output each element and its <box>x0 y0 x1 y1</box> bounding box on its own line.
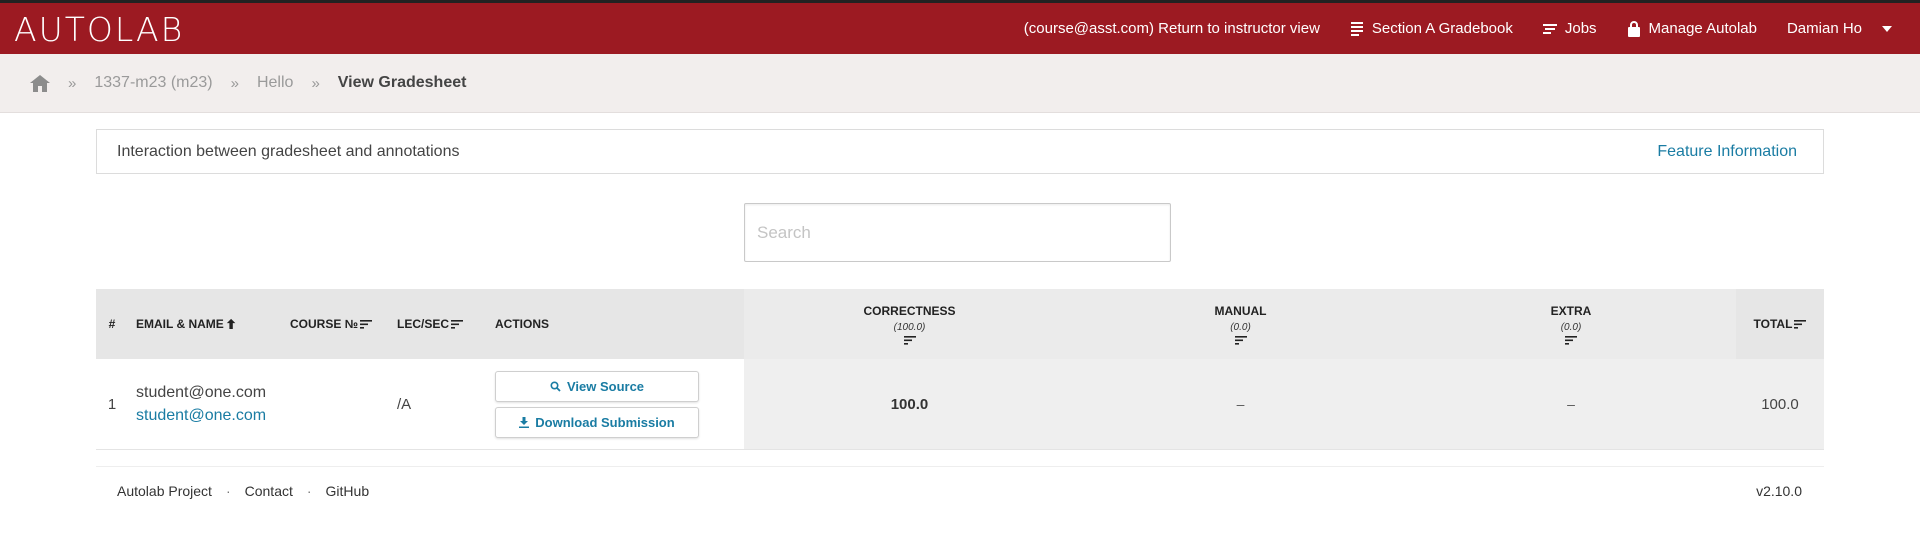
header-lec-label: LEC/SEC <box>397 317 450 331</box>
view-source-button[interactable]: View Source <box>495 370 699 402</box>
header-extra-max: (0.0) <box>1560 321 1582 333</box>
breadcrumb-assessment[interactable]: Hello <box>257 74 293 92</box>
header-correctness-max: (100.0) <box>893 321 926 333</box>
manage-autolab-label: Manage Autolab <box>1648 20 1757 37</box>
user-name: Damian Ho <box>1786 20 1862 37</box>
sort-icon <box>1565 335 1577 345</box>
jobs-icon <box>1542 23 1557 34</box>
breadcrumb: » 1337-m23 (m23) » Hello » View Gradeshe… <box>0 54 1920 113</box>
sort-icon <box>1234 335 1247 345</box>
autolab-logo[interactable]: AUTOLAB <box>14 10 184 49</box>
correctness-score-value: 100.0 <box>890 395 929 413</box>
footer-github-link[interactable]: GitHub <box>326 483 370 499</box>
feature-information-link[interactable]: Feature Information <box>1657 143 1797 161</box>
breadcrumb-separator-icon: » <box>230 74 239 92</box>
header-correctness[interactable]: CORRECTNESS (100.0) <box>744 289 1075 359</box>
manual-score-value: – <box>1236 396 1245 412</box>
footer-separator: · <box>306 482 312 499</box>
return-instructor-view-label: (course@asst.com) Return to instructor v… <box>1023 20 1320 37</box>
lock-icon <box>1627 21 1640 37</box>
header-manual[interactable]: MANUAL (0.0) <box>1075 289 1406 359</box>
search-icon <box>550 380 561 392</box>
feature-info-panel: Interaction between gradesheet and annot… <box>96 129 1824 174</box>
row-course-number <box>290 359 397 449</box>
header-course-label: COURSE № <box>290 317 359 331</box>
section-gradebook-label: Section A Gradebook <box>1371 20 1513 37</box>
logo-text: AUTOLAB <box>14 10 185 49</box>
jobs-link[interactable]: Jobs <box>1542 20 1597 37</box>
student-email: student@one.com <box>136 383 267 401</box>
header-correctness-label: CORRECTNESS <box>863 303 956 318</box>
row-actions: View Source Download Submission <box>495 359 744 449</box>
student-name-link[interactable]: student@one.com <box>136 407 266 425</box>
breadcrumb-current: View Gradesheet <box>337 74 467 91</box>
footer-autolab-project-link[interactable]: Autolab Project <box>117 483 212 499</box>
breadcrumb-separator-icon: » <box>311 74 320 92</box>
sort-icon <box>360 319 373 329</box>
manage-autolab-link[interactable]: Manage Autolab <box>1627 20 1757 37</box>
breadcrumb-course[interactable]: 1337-m23 (m23) <box>94 74 212 92</box>
row-email-name: student@one.com student@one.com <box>128 359 290 449</box>
jobs-label: Jobs <box>1564 20 1597 37</box>
header-email-label: EMAIL & NAME <box>136 317 224 331</box>
header-number: # <box>96 289 128 359</box>
top-navbar: AUTOLAB (course@asst.com) Return to inst… <box>0 0 1920 54</box>
sort-icon <box>451 319 464 329</box>
footer-version: v2.10.0 <box>1756 482 1802 499</box>
header-extra-label: EXTRA <box>1550 303 1592 318</box>
header-lec-sec[interactable]: LEC/SEC <box>397 289 495 359</box>
arrow-up-icon <box>226 318 236 330</box>
extra-score-value: – <box>1567 396 1575 412</box>
download-submission-button[interactable]: Download Submission <box>495 406 699 438</box>
home-icon[interactable] <box>30 74 50 92</box>
header-manual-max: (0.0) <box>1230 321 1251 333</box>
gradebook-icon <box>1350 21 1363 36</box>
table-header-row: # EMAIL & NAME COURSE № LEC/SEC ACTIONS … <box>96 289 1824 359</box>
row-extra-score[interactable]: – <box>1406 359 1736 449</box>
feature-info-text: Interaction between gradesheet and annot… <box>117 142 460 160</box>
row-total-score: 100.0 <box>1736 359 1824 449</box>
user-menu-dropdown[interactable]: Damian Ho <box>1787 20 1892 37</box>
nav-menu: (course@asst.com) Return to instructor v… <box>1024 3 1892 54</box>
section-gradebook-link[interactable]: Section A Gradebook <box>1350 20 1513 37</box>
table-row: 1 student@one.com student@one.com /A Vie… <box>96 359 1824 450</box>
header-email-name[interactable]: EMAIL & NAME <box>128 289 290 359</box>
header-total-label: TOTAL <box>1753 317 1793 331</box>
download-icon <box>519 416 530 428</box>
row-number: 1 <box>107 395 117 413</box>
search-input[interactable] <box>744 203 1171 262</box>
footer-separator: · <box>225 482 231 499</box>
header-total[interactable]: TOTAL <box>1736 289 1824 359</box>
sort-icon <box>1794 319 1807 329</box>
header-extra[interactable]: EXTRA (0.0) <box>1406 289 1736 359</box>
row-correctness-score[interactable]: 100.0 <box>744 359 1075 449</box>
footer: Autolab Project · Contact · GitHub v2.10… <box>96 466 1824 514</box>
sort-icon <box>903 335 916 345</box>
header-course-number[interactable]: COURSE № <box>290 289 397 359</box>
row-lec-sec: /A <box>397 395 412 413</box>
view-source-label: View Source <box>566 378 645 394</box>
row-manual-score[interactable]: – <box>1075 359 1406 449</box>
gradesheet-table: # EMAIL & NAME COURSE № LEC/SEC ACTIONS … <box>96 289 1824 450</box>
header-actions: ACTIONS <box>495 289 744 359</box>
header-manual-label: MANUAL <box>1214 303 1267 318</box>
download-submission-label: Download Submission <box>535 414 675 430</box>
breadcrumb-separator-icon: » <box>68 74 77 92</box>
caret-down-icon <box>1882 25 1892 32</box>
return-instructor-view-link[interactable]: (course@asst.com) Return to instructor v… <box>1024 20 1320 37</box>
footer-contact-link[interactable]: Contact <box>245 483 293 499</box>
